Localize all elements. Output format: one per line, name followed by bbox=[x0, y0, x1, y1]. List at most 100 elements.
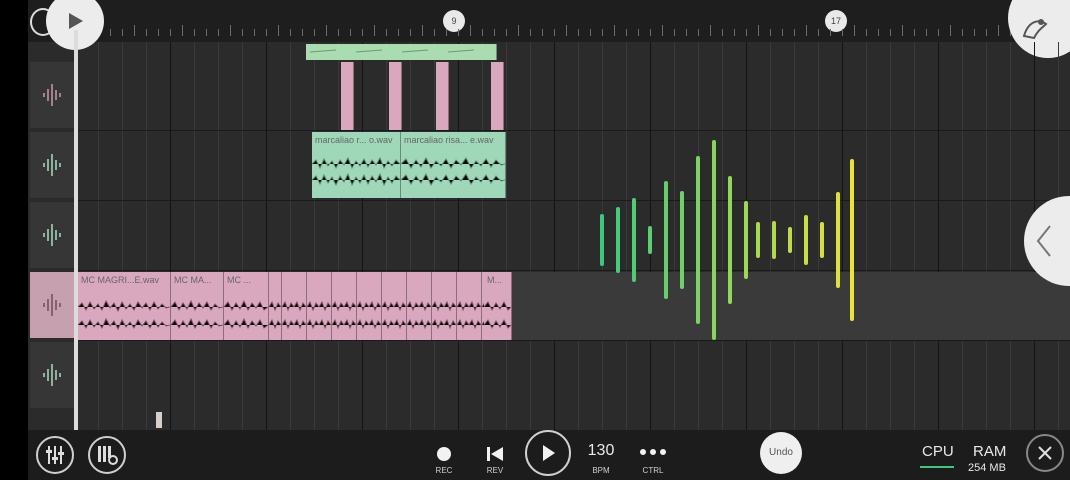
visualizer-bar bbox=[632, 198, 636, 282]
ruler-tick bbox=[266, 29, 267, 36]
ruler-tick bbox=[290, 29, 291, 36]
clip-pink-slice[interactable] bbox=[469, 272, 482, 340]
ruler-tick bbox=[422, 25, 423, 36]
clip-pink-slice[interactable] bbox=[306, 272, 320, 340]
clip-pink-slice[interactable] bbox=[356, 272, 370, 340]
visualizer-bar bbox=[680, 191, 684, 289]
visualizer-bar bbox=[728, 176, 732, 304]
clip-name: MC MA... bbox=[174, 275, 212, 285]
ruler-tick bbox=[758, 25, 759, 36]
mixer-button[interactable] bbox=[36, 436, 74, 474]
ruler-tick bbox=[146, 29, 147, 36]
ctrl-label: CTRL bbox=[642, 466, 664, 475]
clip-pink-slice[interactable] bbox=[431, 272, 445, 340]
clip-green-a[interactable]: marcaliao r... o.wav bbox=[312, 132, 401, 198]
fl-studio-mobile: 9 17 marcaliao r... o.wav marcaliao risa… bbox=[28, 0, 1070, 480]
grid-line bbox=[1010, 42, 1011, 430]
fl-logo-button[interactable] bbox=[1008, 0, 1070, 58]
ruler-tick bbox=[602, 29, 603, 36]
piano-roll-settings-button[interactable] bbox=[88, 436, 126, 474]
grid-line bbox=[170, 42, 171, 430]
visualizer-bar bbox=[772, 221, 776, 259]
clip-pink-slice[interactable] bbox=[419, 272, 432, 340]
undo-button[interactable]: Undo bbox=[760, 432, 802, 474]
visualizer-bar bbox=[804, 215, 808, 265]
record-button[interactable] bbox=[437, 447, 451, 461]
play-icon bbox=[543, 445, 555, 461]
ruler-tick bbox=[518, 25, 519, 36]
ruler-tick bbox=[110, 29, 111, 36]
clip-pink-b[interactable]: MC MA... bbox=[171, 272, 224, 340]
waveform-icon bbox=[43, 294, 61, 316]
rev-label: REV bbox=[486, 466, 504, 475]
ruler-tick bbox=[170, 29, 171, 36]
clip-pink-slice[interactable] bbox=[406, 272, 420, 340]
timeline-ruler[interactable]: 9 17 bbox=[28, 0, 1070, 42]
ruler-tick bbox=[254, 29, 255, 36]
visualizer-bar bbox=[756, 222, 760, 258]
clip-pink-slice[interactable] bbox=[444, 272, 457, 340]
grid-line bbox=[578, 42, 579, 430]
close-button[interactable] bbox=[1026, 434, 1064, 472]
clip-pink-slice[interactable] bbox=[394, 272, 407, 340]
ruler-tick bbox=[386, 29, 387, 36]
clip-pink-slice[interactable] bbox=[456, 272, 470, 340]
playhead[interactable] bbox=[74, 30, 78, 430]
clip-pink-slice[interactable] bbox=[381, 272, 395, 340]
ruler-tick bbox=[806, 25, 807, 36]
ctrl-button[interactable] bbox=[639, 444, 667, 462]
ruler-tick bbox=[530, 29, 531, 36]
track-header-5[interactable] bbox=[30, 342, 74, 408]
clip-pink-c[interactable]: MC ... bbox=[224, 272, 269, 340]
bpm-label: BPM bbox=[592, 466, 610, 475]
clip-short[interactable] bbox=[389, 62, 402, 130]
chevron-left-icon bbox=[1036, 225, 1051, 257]
ruler-tick bbox=[434, 29, 435, 36]
grid-line bbox=[98, 42, 99, 430]
clip-pink-slice[interactable] bbox=[319, 272, 332, 340]
ruler-tick bbox=[326, 25, 327, 36]
grid-line bbox=[914, 42, 915, 430]
bpm-value[interactable]: 130 bbox=[580, 442, 622, 460]
rewind-button[interactable] bbox=[486, 446, 504, 467]
clip-pink-slice[interactable] bbox=[369, 272, 382, 340]
grid-line bbox=[194, 42, 195, 430]
clip-pink-slice[interactable] bbox=[294, 272, 307, 340]
visualizer-bar bbox=[648, 226, 652, 254]
grid-line bbox=[674, 42, 675, 430]
ruler-tick bbox=[998, 25, 999, 36]
grid-line bbox=[818, 42, 819, 430]
transport-play-button[interactable] bbox=[525, 430, 571, 476]
clip-pink-slice[interactable] bbox=[331, 272, 345, 340]
clip-green-b[interactable]: marcaliao risa... e.wav bbox=[401, 132, 506, 198]
track-header-4[interactable] bbox=[30, 272, 74, 338]
grid-line bbox=[218, 42, 219, 430]
track-header-1[interactable] bbox=[30, 62, 74, 128]
play-icon bbox=[69, 13, 83, 29]
loop-marker[interactable] bbox=[156, 412, 162, 428]
ruler-tick bbox=[542, 29, 543, 36]
clip-pink-slice[interactable] bbox=[344, 272, 357, 340]
rewind-icon bbox=[487, 447, 503, 461]
clip-strip[interactable] bbox=[306, 44, 497, 60]
clip-name: M... bbox=[487, 275, 502, 285]
clip-short[interactable] bbox=[341, 62, 354, 130]
ruler-tick bbox=[938, 29, 939, 36]
clip-pink-a[interactable]: MC MAGRI...E.wav bbox=[78, 272, 171, 340]
visualizer-bar bbox=[850, 159, 854, 321]
ruler-tick bbox=[818, 29, 819, 36]
clip-short[interactable] bbox=[436, 62, 449, 130]
track-divider bbox=[74, 130, 1070, 131]
track-header-3[interactable] bbox=[30, 202, 74, 268]
clip-pink-slice[interactable] bbox=[269, 272, 282, 340]
visualizer-bar bbox=[616, 207, 620, 273]
visualizer-bar bbox=[836, 192, 840, 288]
clip-short[interactable] bbox=[491, 62, 504, 130]
track-header-2[interactable] bbox=[30, 132, 74, 198]
bar-marker-17[interactable]: 17 bbox=[825, 10, 847, 32]
grid-line bbox=[866, 42, 867, 430]
clip-pink-d[interactable]: M... bbox=[484, 272, 512, 340]
piano-settings-icon bbox=[98, 446, 118, 465]
ruler-tick bbox=[350, 29, 351, 36]
clip-pink-slice[interactable] bbox=[281, 272, 295, 340]
